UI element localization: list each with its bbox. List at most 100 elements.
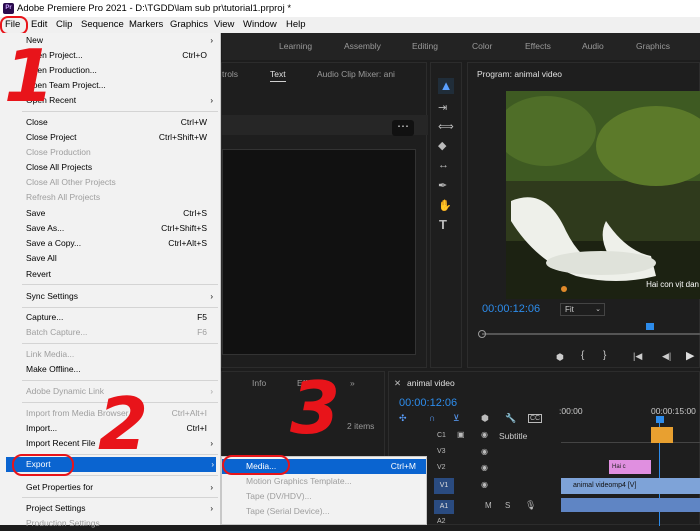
menu-item-save-as[interactable]: Save As... Ctrl+Shift+S	[0, 221, 221, 236]
ruler-start: :00:00	[559, 406, 583, 416]
scrubber-start-handle[interactable]	[478, 330, 486, 338]
playhead-marker[interactable]	[646, 323, 654, 330]
mute-a1-button[interactable]: M	[485, 501, 492, 510]
step-back-icon[interactable]: ◀|	[662, 351, 671, 362]
workspace-effects[interactable]: Effects	[525, 41, 551, 51]
menu-markers[interactable]: Markers	[129, 17, 163, 33]
hand-tool-icon[interactable]: ✋	[438, 199, 452, 212]
ripple-edit-tool-icon[interactable]: ⟺	[438, 120, 454, 133]
snap-icon[interactable]: ✣	[399, 413, 407, 424]
timeline-playhead-head[interactable]	[656, 416, 664, 423]
menu-separator	[22, 497, 218, 498]
track-select-tool-icon[interactable]: ⇥	[438, 101, 447, 114]
selection-tool-icon[interactable]: ▲	[438, 78, 454, 94]
program-timecode[interactable]: 00:00:12:06	[482, 303, 540, 315]
microphone-icon[interactable]: 🎙	[525, 500, 536, 511]
fit-dropdown-value: Fit	[565, 305, 574, 314]
tab-info[interactable]: Info	[252, 378, 266, 388]
timeline-tab[interactable]: animal video	[407, 378, 455, 388]
play-icon[interactable]: ▶	[686, 349, 694, 362]
eye-v2-icon[interactable]: ◉	[481, 463, 488, 472]
window-title: Adobe Premiere Pro 2021 - D:\TGDD\lam su…	[17, 3, 292, 14]
menu-item-close-production: Close Production	[26, 147, 91, 157]
menu-item-save[interactable]: Save Ctrl+S	[0, 206, 221, 221]
eye-v1-icon[interactable]: ◉	[481, 480, 488, 489]
insert-icon[interactable]: ⊻	[453, 413, 460, 424]
workspace-assembly[interactable]: Assembly	[344, 41, 381, 51]
menu-bar: File Edit Clip Sequence Markers Graphics…	[0, 17, 700, 33]
workspace-learning[interactable]: Learning	[279, 41, 312, 51]
menu-item-make-offline[interactable]: Make Offline...	[0, 362, 221, 377]
timeline-timecode[interactable]: 00:00:12:06	[399, 397, 457, 409]
menu-clip[interactable]: Clip	[56, 17, 72, 33]
workspace-graphics[interactable]: Graphics	[636, 41, 670, 51]
tab-effect-controls[interactable]: trols	[222, 69, 238, 79]
panel-overflow-icon[interactable]: »	[350, 378, 355, 388]
menu-item-close-project[interactable]: Close Project Ctrl+Shift+W	[0, 130, 221, 145]
project-items-count: 2 items	[347, 421, 375, 431]
add-marker-icon[interactable]: ⬢	[556, 352, 564, 363]
razor-tool-icon[interactable]: ◆	[438, 139, 446, 152]
menu-item-production-settings: Production Settings	[26, 518, 100, 528]
chevron-down-icon: ⌄	[595, 306, 601, 313]
caption-clip[interactable]	[651, 427, 673, 443]
menu-item-project-settings[interactable]: Project Settings ›	[0, 501, 221, 516]
menu-item-revert[interactable]: Revert	[0, 267, 221, 282]
workspace-audio[interactable]: Audio	[582, 41, 604, 51]
add-marker-timeline-icon[interactable]: ⬢	[481, 413, 489, 424]
eye-v3-icon[interactable]: ◉	[481, 447, 488, 456]
mark-out-icon[interactable]: }	[603, 350, 606, 361]
menu-separator	[22, 343, 218, 344]
ruler-15s: 00:00:15:00	[651, 406, 696, 416]
type-tool-icon[interactable]: T	[439, 217, 447, 232]
mark-in-icon[interactable]: {	[581, 350, 584, 361]
video-caption: Hai con vịt dan	[646, 280, 699, 289]
premiere-logo-icon: Pr	[3, 3, 14, 14]
menu-item-close-all-projects[interactable]: Close All Projects	[0, 160, 221, 175]
submenu-item-tape-dv-hdv: Tape (DV/HDV)...	[246, 491, 312, 501]
fit-dropdown[interactable]: Fit ⌄	[560, 303, 605, 316]
program-monitor-title[interactable]: Program: animal video	[477, 69, 562, 79]
captions-icon[interactable]: CC	[528, 414, 543, 423]
menu-item-link-media: Link Media...	[26, 349, 75, 359]
eye-c1-icon[interactable]: ◉	[481, 430, 488, 439]
workspace-editing[interactable]: Editing	[412, 41, 438, 51]
lock-track-c1-icon[interactable]: ▣	[457, 430, 465, 439]
menu-window[interactable]: Window	[243, 17, 277, 33]
menu-item-get-properties-for[interactable]: Get Properties for ›	[0, 480, 221, 495]
menu-item-refresh-all-projects: Refresh All Projects	[26, 192, 101, 202]
menu-help[interactable]: Help	[286, 17, 306, 33]
menu-item-capture[interactable]: Capture... F5	[0, 310, 221, 325]
menu-item-sync-settings[interactable]: Sync Settings ›	[0, 289, 221, 304]
menu-item-save-all[interactable]: Save All	[0, 251, 221, 266]
menu-edit[interactable]: Edit	[31, 17, 47, 33]
solo-a1-button[interactable]: S	[505, 501, 510, 510]
linked-selection-icon[interactable]: ∩	[429, 413, 435, 423]
menu-view[interactable]: View	[214, 17, 234, 33]
track-v1[interactable]: V1	[434, 478, 454, 494]
v2-clip[interactable]: Hai c	[609, 460, 651, 474]
track-a2[interactable]: A2	[437, 518, 446, 525]
menu-sequence[interactable]: Sequence	[81, 17, 124, 33]
workspace-bar: Learning Assembly Editing Color Effects …	[222, 33, 700, 60]
video-frame-image	[506, 91, 700, 299]
v1-clip[interactable]: animal videomp4 [V]	[561, 478, 700, 494]
annotation-step-2: 2	[98, 382, 149, 466]
a1-clip[interactable]	[561, 498, 700, 512]
close-tab-icon[interactable]: ✕	[394, 378, 401, 389]
track-c1[interactable]: C1	[437, 430, 453, 442]
more-options-icon[interactable]: ⋯	[392, 120, 414, 136]
wrench-icon[interactable]: 🔧	[505, 413, 516, 424]
slip-tool-icon[interactable]: ↔	[438, 159, 449, 171]
tab-audio-clip-mixer[interactable]: Audio Clip Mixer: ani	[317, 69, 395, 79]
track-v2[interactable]: V2	[437, 464, 446, 471]
track-v3[interactable]: V3	[437, 448, 446, 455]
go-to-in-icon[interactable]: |◀	[633, 351, 642, 362]
program-scrubber[interactable]	[482, 333, 700, 335]
track-a1[interactable]: A1	[434, 500, 454, 514]
workspace-color[interactable]: Color	[472, 41, 492, 51]
tab-text[interactable]: Text	[270, 69, 286, 82]
pen-tool-icon[interactable]: ✒	[438, 179, 447, 192]
menu-item-save-a-copy[interactable]: Save a Copy... Ctrl+Alt+S	[0, 236, 221, 251]
menu-graphics[interactable]: Graphics	[170, 17, 208, 33]
